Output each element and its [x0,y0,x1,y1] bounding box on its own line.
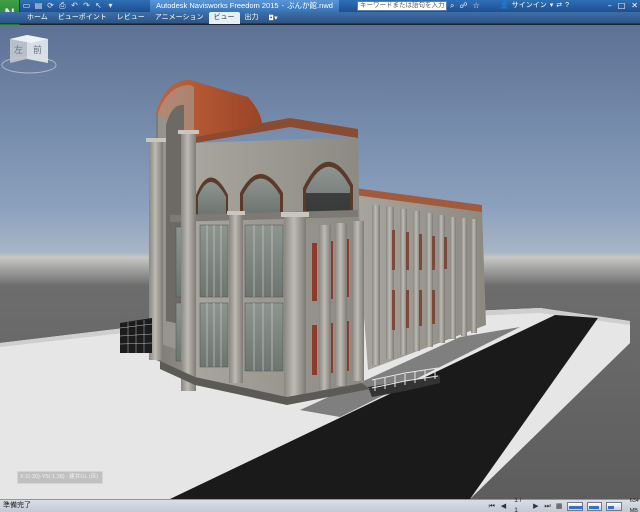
building-scene [0,80,630,499]
memory-usage: 634 MB [629,498,639,512]
ribbon-tabs: ホーム ビューポイント レビュー アニメーション ビュー 出力 ◘▾ [22,12,283,24]
exchange-icon[interactable]: ⇄ [556,0,562,12]
sheet-browser-icon[interactable]: ▦ [555,502,563,511]
title-bar: ▭ ▤ ⟳ ⎙ ↶ ↷ ↖ ▾ Autodesk Navisworks Free… [0,0,640,12]
viewcube-front-face: 前 [33,44,42,56]
undo-icon[interactable]: ↶ [70,1,79,10]
next-sheet-icon[interactable]: ▶ [532,502,540,511]
signin-area[interactable]: 👤 サインイン ▾ ⇄ ? [500,0,569,12]
close-icon[interactable]: ✕ [631,0,638,12]
viewcube-left-face: 左 [14,44,23,56]
dropdown-icon[interactable]: ▾ [106,1,115,10]
window-title: Autodesk Navisworks Freedom 2015- ぶんか館.nw… [150,0,339,12]
binoculars-icon[interactable]: ☍ [459,1,467,11]
tab-review[interactable]: レビュー [112,12,150,24]
status-bar: 準備完了 ⏮ ◀ 1 / 1 ▶ ⏭ ▦ 634 MB [0,497,640,512]
maximize-icon[interactable]: □ [618,0,626,12]
disk-progress-bar [586,501,603,511]
folder-open-icon[interactable]: ▭ [22,1,31,10]
coordinate-readout: X:1(-30)-Y5(-1.38) : 建井GL (床) [17,471,103,484]
3d-viewport[interactable]: 左 前 X:1(-30)-Y5(-1.38) : 建井GL (床) [0,25,640,499]
tab-viewpoint[interactable]: ビューポイント [53,12,112,24]
search-input[interactable]: キーワードまたは語句を入力 [357,1,447,11]
tab-view[interactable]: ビュー [208,12,240,24]
last-sheet-icon[interactable]: ⏭ [544,502,552,511]
help-icon[interactable]: ? [565,0,569,12]
search-icon[interactable]: ⌕ [450,1,454,11]
app-name: Autodesk Navisworks Freedom 2015 [156,1,279,10]
prev-sheet-icon[interactable]: ◀ [500,502,508,511]
print-icon[interactable]: ⎙ [58,1,67,10]
tab-output[interactable]: 出力 [240,12,264,24]
signin-label: サインイン [511,2,547,9]
status-controls: ⏮ ◀ 1 / 1 ▶ ⏭ ▦ 634 MB [488,497,640,512]
minimize-icon[interactable]: – [608,0,612,12]
tab-animation[interactable]: アニメーション [150,12,209,24]
pencil-progress-bar [566,501,583,511]
title-icons: ⌕ ☍ ☆ [450,1,480,11]
window-controls: – □ ✕ [608,0,638,12]
select-icon[interactable]: ↖ [94,1,103,10]
user-icon: 👤 [500,2,509,9]
save-icon[interactable]: ▤ [34,1,43,10]
redo-icon[interactable]: ↷ [82,1,91,10]
status-text: 準備完了 [3,502,31,509]
refresh-icon[interactable]: ⟳ [46,1,55,10]
page-counter: 1 / 1 [514,497,522,512]
ribbon: ホーム ビューポイント レビュー アニメーション ビュー 出力 ◘▾ [0,12,640,24]
title-separator: - [281,1,285,10]
first-sheet-icon[interactable]: ⏮ [488,502,496,511]
tab-home[interactable]: ホーム [22,12,53,24]
viewcube[interactable]: 左 前 [0,25,58,75]
quick-access-toolbar: ▭ ▤ ⟳ ⎙ ↶ ↷ ↖ ▾ [22,1,115,10]
ribbon-options-icon[interactable]: ◘▾ [264,12,283,24]
file-name: ぶんか館.nwd [287,1,333,10]
chevron-down-icon: ▾ [549,2,554,9]
web-server-progress-bar [606,501,622,511]
star-icon[interactable]: ☆ [473,1,480,11]
